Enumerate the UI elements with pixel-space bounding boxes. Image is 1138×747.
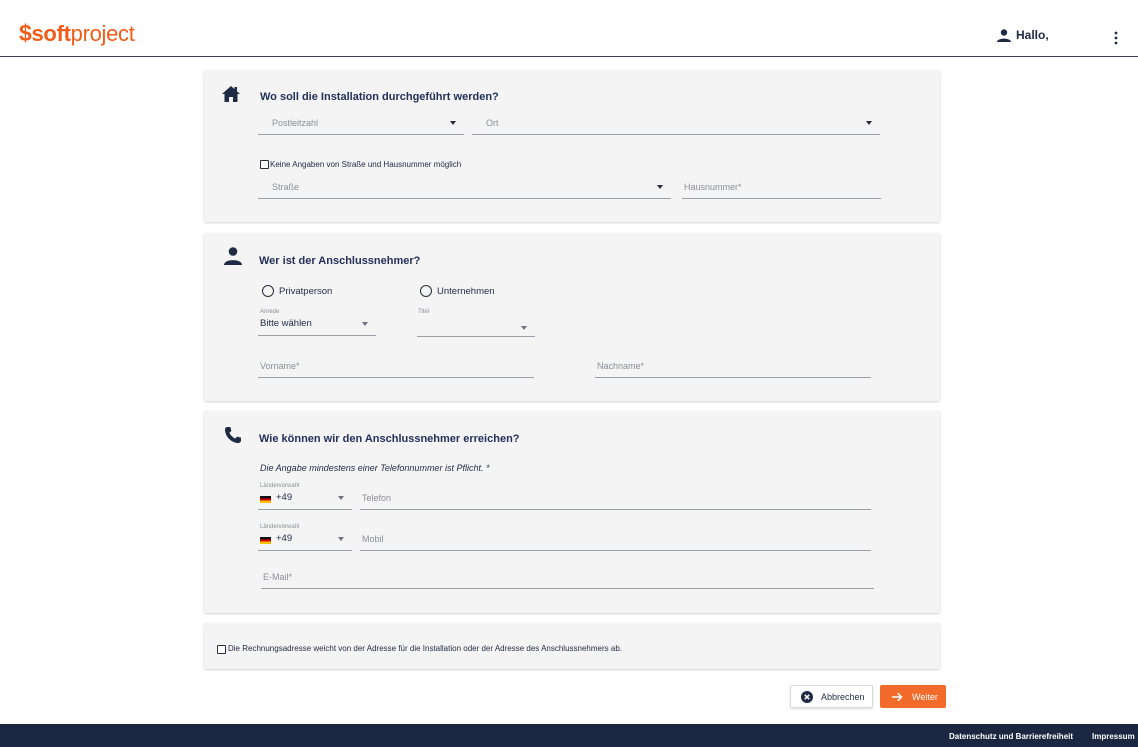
billing-address-checkbox[interactable] <box>217 645 226 654</box>
radio-company[interactable] <box>420 285 432 297</box>
cancel-button[interactable]: Abbrechen <box>790 685 873 708</box>
customer-card: Wer ist der Anschlussnehmer? Privatperso… <box>204 233 940 401</box>
phone-country-code-select[interactable]: +49 <box>258 490 352 510</box>
firstname-input[interactable]: Vorname* <box>258 358 534 378</box>
logo-s-mark: $ <box>19 20 32 46</box>
phone-icon <box>225 427 241 443</box>
germany-flag-icon <box>260 537 271 544</box>
no-street-checkbox-label: Keine Angaben von Straße und Hausnummer … <box>270 160 462 169</box>
billing-card: Die Rechnungsadresse weicht von der Adre… <box>204 623 940 669</box>
person-icon <box>224 247 242 265</box>
app-footer: Datenschutz und Barrierefreiheit Impress… <box>0 724 1138 747</box>
chevron-down-icon <box>338 537 344 541</box>
chevron-down-icon <box>450 121 456 125</box>
customer-title: Wer ist der Anschlussnehmer? <box>259 255 421 267</box>
mobile-country-code-select[interactable]: +49 <box>258 531 352 551</box>
country-code-label: Ländervorwahl <box>260 483 300 489</box>
salutation-select[interactable]: Bitte wählen <box>258 316 376 336</box>
billing-address-checkbox-label: Die Rechnungsadresse weicht von der Adre… <box>228 644 622 653</box>
home-icon <box>222 86 240 102</box>
contact-title: Wie können wir den Anschlussnehmer errei… <box>259 433 520 445</box>
house-number-input[interactable]: Hausnummer* <box>682 179 881 199</box>
chevron-down-icon <box>338 496 344 500</box>
person-icon <box>997 28 1011 42</box>
softproject-logo[interactable]: $softproject <box>19 20 135 47</box>
chevron-down-icon <box>362 322 368 326</box>
cancel-circle-icon <box>801 690 813 703</box>
chevron-down-icon <box>657 185 663 189</box>
city-select[interactable]: Ort <box>472 115 880 135</box>
kebab-menu-icon[interactable] <box>1111 31 1121 45</box>
imprint-link[interactable]: Impressum <box>1092 732 1135 741</box>
radio-private-label: Privatperson <box>279 286 333 297</box>
phone-input[interactable]: Telefon <box>360 490 871 510</box>
title-select[interactable] <box>417 317 535 337</box>
mobile-input[interactable]: Mobil <box>360 531 871 551</box>
next-button[interactable]: Weiter <box>880 685 946 708</box>
radio-private[interactable] <box>262 285 274 297</box>
salutation-label: Anrede <box>260 309 280 315</box>
chevron-down-icon <box>521 326 527 330</box>
cancel-button-label: Abbrechen <box>821 691 865 702</box>
privacy-link[interactable]: Datenschutz und Barrierefreiheit <box>949 732 1073 741</box>
title-label: Titel <box>418 309 430 315</box>
radio-company-label: Unternehmen <box>437 286 495 297</box>
germany-flag-icon <box>260 496 271 503</box>
chevron-down-icon <box>866 121 872 125</box>
postcode-select[interactable]: Postleitzahl <box>258 115 464 135</box>
lastname-input[interactable]: Nachname* <box>595 358 871 378</box>
country-code-label: Ländervorwahl <box>260 524 300 530</box>
user-greeting: Hallo, <box>1016 28 1049 42</box>
contact-card: Wie können wir den Anschlussnehmer errei… <box>204 411 940 613</box>
street-select[interactable]: Straße <box>258 179 671 199</box>
arrow-right-icon <box>892 692 903 701</box>
app-header: $softproject Hallo, <box>0 0 1138 57</box>
user-menu[interactable]: Hallo, <box>996 28 1049 42</box>
next-button-label: Weiter <box>912 691 938 702</box>
phone-required-note: Die Angabe mindestens einer Telefonnumme… <box>260 463 490 473</box>
installation-card: Wo soll die Installation durchgeführt we… <box>204 70 940 222</box>
installation-title: Wo soll die Installation durchgeführt we… <box>260 91 499 103</box>
no-street-checkbox[interactable] <box>260 160 269 169</box>
email-input[interactable]: E-Mail* <box>261 569 874 589</box>
